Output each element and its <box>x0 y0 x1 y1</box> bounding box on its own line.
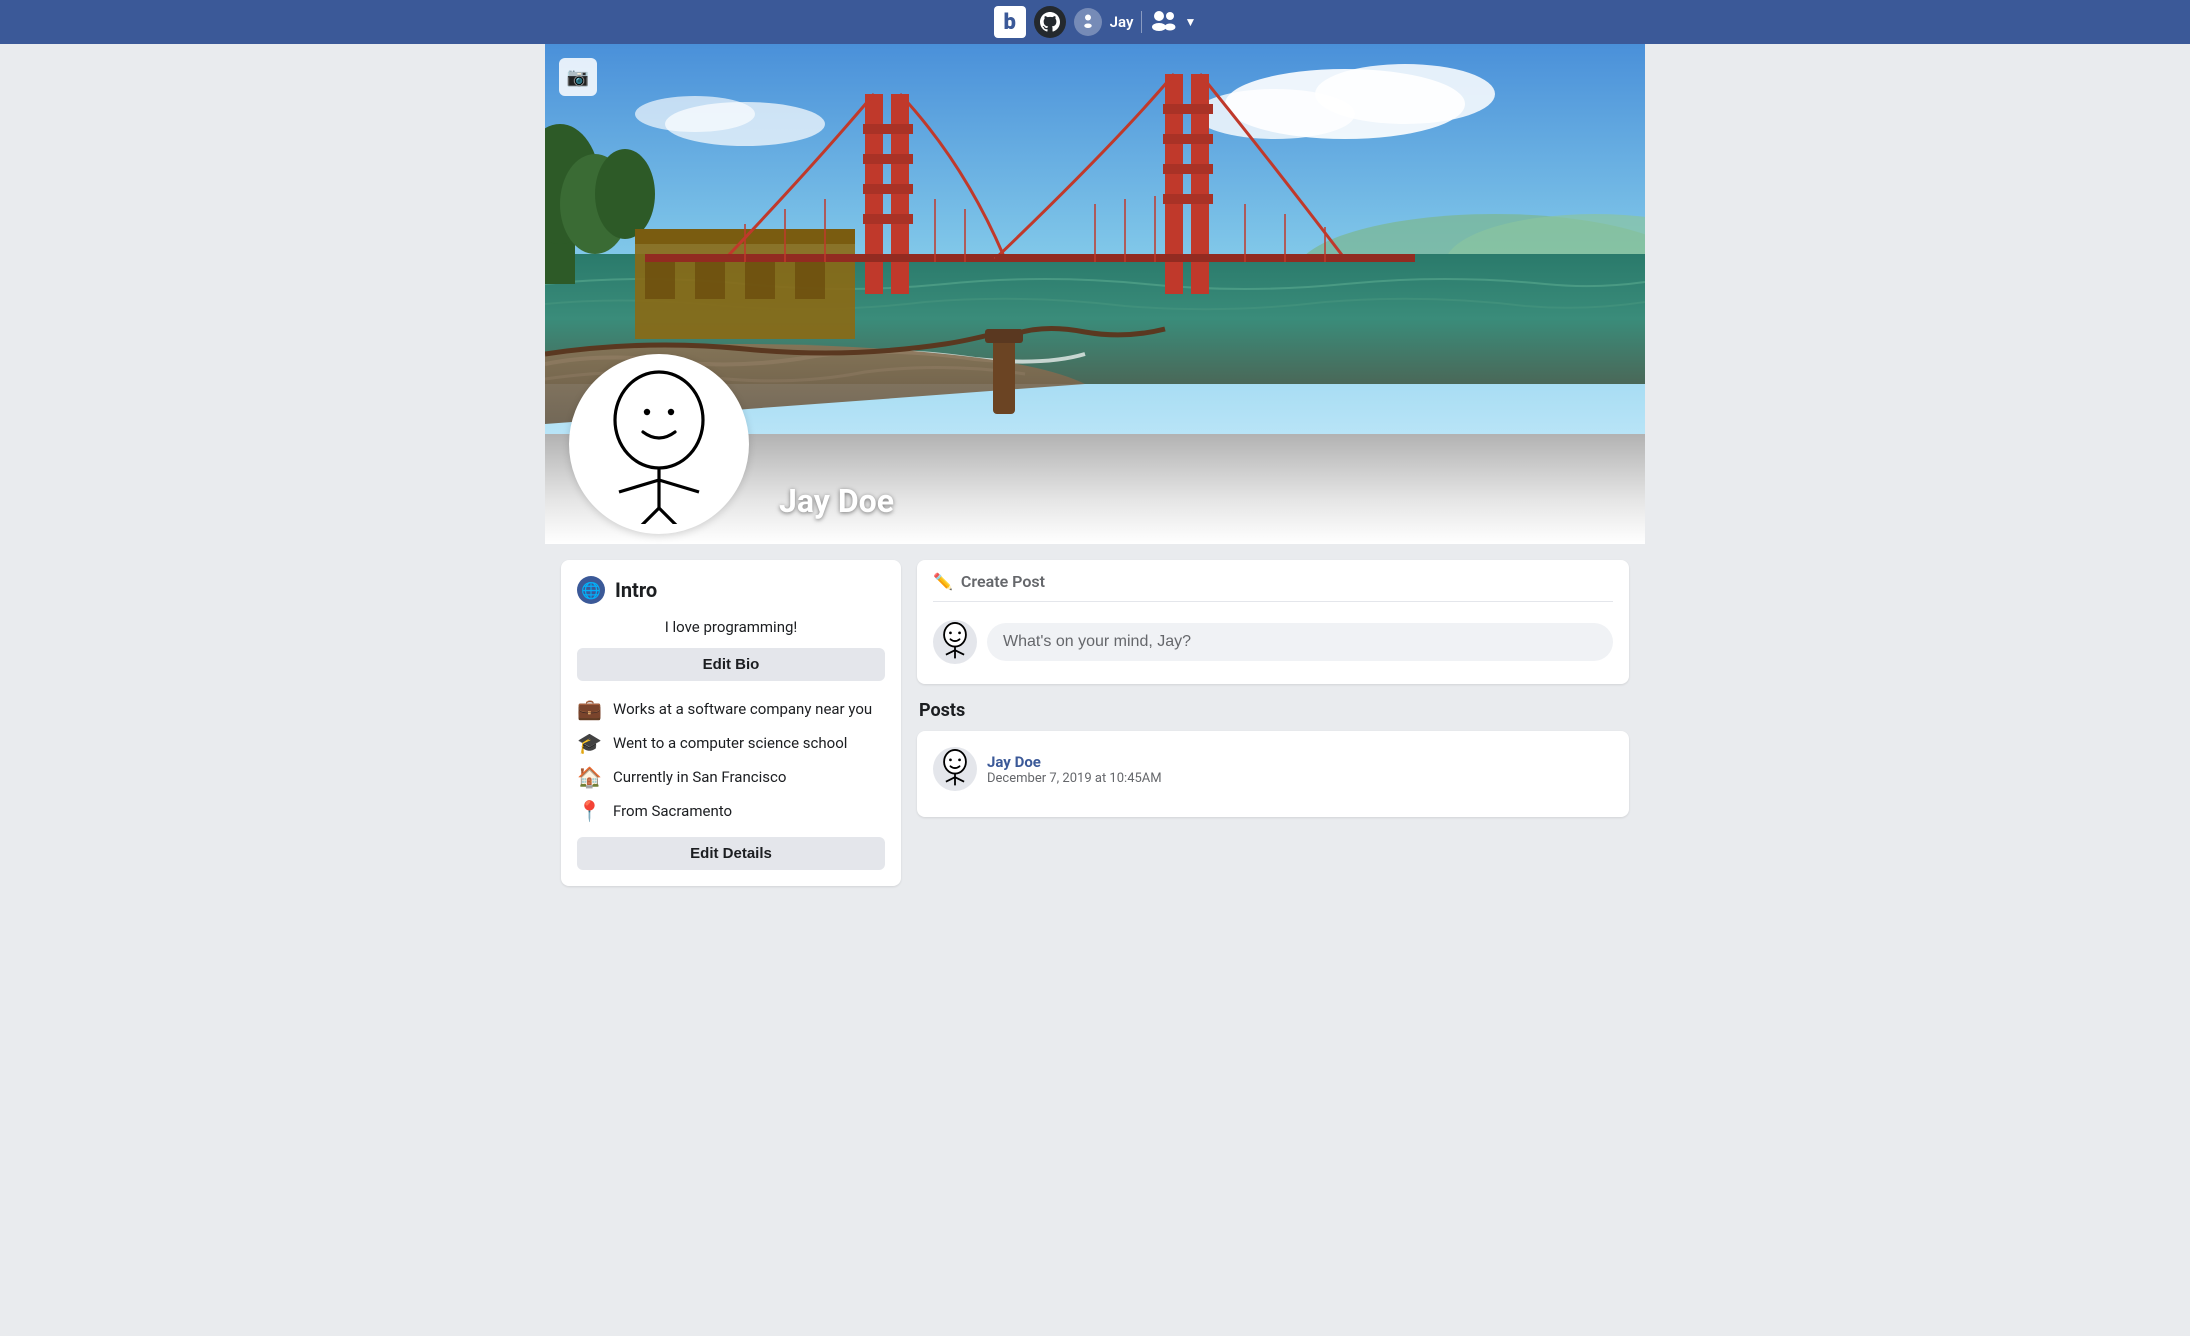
create-post-user-avatar <box>933 620 977 664</box>
location-current-icon: 🏠 <box>577 765 601 789</box>
create-post-header: ✏️ Create Post <box>933 572 1613 602</box>
intro-bio: I love programming! <box>577 618 885 636</box>
github-icon[interactable] <box>1034 6 1066 38</box>
intro-title: Intro <box>615 578 657 602</box>
main-layout: 🌐 Intro I love programming! Edit Bio 💼 W… <box>545 560 1645 886</box>
post-author-avatar <box>933 747 977 791</box>
location-from-icon: 📍 <box>577 799 601 823</box>
list-item: 🎓 Went to a computer science school <box>577 731 885 755</box>
post-card: Jay Doe December 7, 2019 at 10:45AM <box>917 731 1629 817</box>
edit-details-button[interactable]: Edit Details <box>577 837 885 870</box>
location-current-text: Currently in San Francisco <box>613 768 786 786</box>
pencil-icon: ✏️ <box>933 572 953 591</box>
intro-header: 🌐 Intro <box>577 576 885 604</box>
profile-avatar <box>569 354 749 534</box>
profile-section: 📷 <box>545 44 1645 886</box>
profile-info-bar: Jay Doe <box>545 434 1645 544</box>
create-post-input[interactable]: What's on your mind, Jay? <box>987 623 1613 661</box>
navbar-divider <box>1141 11 1142 33</box>
navbar-logo[interactable]: b <box>994 6 1026 38</box>
edit-bio-button[interactable]: Edit Bio <box>577 648 885 681</box>
navbar-dropdown-caret[interactable]: ▼ <box>1184 15 1196 29</box>
right-column: ✏️ Create Post <box>917 560 1629 817</box>
list-item: 📍 From Sacramento <box>577 799 885 823</box>
navbar-username: Jay <box>1110 13 1134 31</box>
list-item: 🏠 Currently in San Francisco <box>577 765 885 789</box>
nav-user-avatar <box>1074 8 1102 36</box>
friends-icon[interactable] <box>1150 9 1176 36</box>
globe-icon: 🌐 <box>577 576 605 604</box>
list-item: 💼 Works at a software company near you <box>577 697 885 721</box>
education-detail-text: Went to a computer science school <box>613 734 847 752</box>
post-author-name[interactable]: Jay Doe <box>987 753 1162 771</box>
post-author-info: Jay Doe December 7, 2019 at 10:45AM <box>987 753 1162 786</box>
work-detail-text: Works at a software company near you <box>613 700 872 718</box>
left-column: 🌐 Intro I love programming! Edit Bio 💼 W… <box>561 560 901 886</box>
education-icon: 🎓 <box>577 731 601 755</box>
profile-cover-card: 📷 <box>545 44 1645 544</box>
create-post-card: ✏️ Create Post <box>917 560 1629 684</box>
intro-details-list: 💼 Works at a software company near you 🎓… <box>577 697 885 823</box>
posts-section: Posts <box>917 700 1629 817</box>
profile-name: Jay Doe <box>779 482 894 528</box>
update-cover-photo-button[interactable]: 📷 <box>559 58 597 96</box>
navbar: b Jay ▼ <box>0 0 2190 44</box>
post-header: Jay Doe December 7, 2019 at 10:45AM <box>933 747 1613 791</box>
create-post-title: Create Post <box>961 572 1045 591</box>
location-from-text: From Sacramento <box>613 802 732 820</box>
create-post-input-row: What's on your mind, Jay? <box>933 612 1613 672</box>
posts-section-label: Posts <box>917 700 1629 721</box>
intro-card: 🌐 Intro I love programming! Edit Bio 💼 W… <box>561 560 901 886</box>
work-icon: 💼 <box>577 697 601 721</box>
post-timestamp: December 7, 2019 at 10:45AM <box>987 771 1162 786</box>
